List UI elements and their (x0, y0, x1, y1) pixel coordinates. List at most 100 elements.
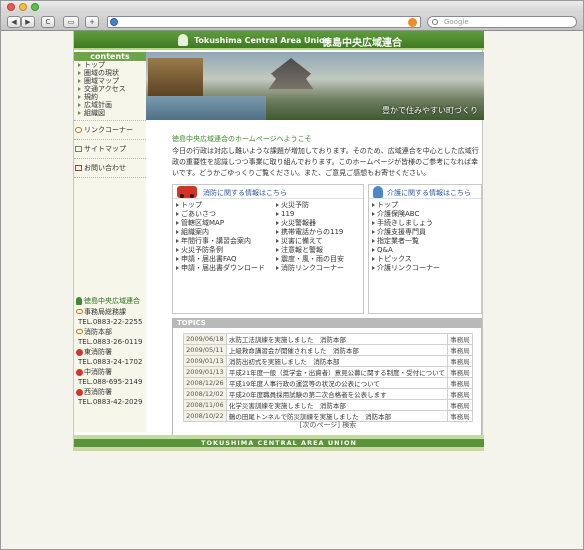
header-banner-image: 豊かで住みやすい町づくり (146, 52, 484, 120)
fire-station-icon (76, 349, 83, 356)
care-link[interactable]: Q&A (371, 246, 479, 255)
fire-truck-icon (177, 186, 197, 198)
bookmark-icon[interactable]: ▭ (63, 16, 79, 28)
footer-text: TOKUSHIMA CENTRAL AREA UNION (74, 439, 484, 447)
fire-link[interactable]: ごあいさつ (175, 210, 273, 219)
table-row: 2008/11/06 化学災害訓練を実施しました 消防本部 事務局 (183, 399, 474, 411)
topics-pager[interactable]: [次のページ] 検索 (173, 420, 483, 430)
topics-panel: TOPICS 2009/06/18 水防工法訓練を実施しました 消防本部 事務局 2… (172, 318, 482, 436)
forward-button[interactable]: ▶ (21, 16, 35, 28)
browser-toolbar: ◀ ▶ C ▭ + Google (1, 13, 583, 31)
care-link[interactable]: 指定業者一覧 (371, 237, 479, 246)
care-link[interactable]: 介護支援専門員 (371, 228, 479, 237)
topic-date: 2008/11/06 (183, 399, 227, 411)
org-tel: TEL.0883-26-0119 (78, 338, 143, 346)
care-link[interactable]: トピックス (371, 255, 479, 264)
banner-slogan: 豊かで住みやすい町づくり (382, 106, 478, 115)
sidebar-link-links[interactable]: リンクコーナー (74, 124, 146, 136)
rss-icon[interactable] (408, 18, 417, 27)
mail-icon (75, 165, 82, 171)
minimize-window-button[interactable] (19, 3, 27, 11)
fire-station-icon (76, 369, 83, 376)
topic-title[interactable]: 水防工法訓練を実施しました 消防本部 (225, 333, 448, 345)
topic-date: 2009/01/13 (183, 366, 227, 378)
care-link[interactable]: 手続きしましょう (371, 219, 479, 228)
sidebar-item-top[interactable]: トップ (74, 61, 146, 69)
title-bar (1, 1, 583, 13)
link-icon (76, 329, 83, 334)
topic-title[interactable]: 平成21年度一般（奨学金・出資者）意見公募に関する制度・受付について (225, 366, 448, 378)
search-input[interactable]: Google (427, 16, 577, 28)
org-name: 消防本部 (76, 327, 144, 337)
zoom-window-button[interactable] (31, 3, 39, 11)
main-content: 徳島中央広域連合のホームページへようこそ 今日の行政は対応し難いような課題が増加… (172, 134, 482, 179)
fire-link[interactable]: 震度・風・雨の目安 (275, 255, 363, 264)
reload-button[interactable]: C (41, 16, 55, 28)
fire-link[interactable]: 災害に備えて (275, 237, 363, 246)
site-header: Tokushima Central Area Union 徳島中央広域連合 (74, 31, 484, 50)
sidebar-heading: contents (74, 52, 146, 61)
site-title-jp[interactable]: 徳島中央広域連合 (322, 34, 402, 49)
care-link[interactable]: 介護リンクコーナー (371, 264, 479, 273)
fire-link[interactable]: 管轄区域MAP (175, 219, 273, 228)
topic-title[interactable]: 上級救命講習会が開催されました 消防本部 (225, 344, 448, 356)
globe-icon (110, 18, 118, 26)
add-bookmark-button[interactable]: + (85, 16, 99, 28)
table-row: 2008/12/26 平成19年度人事行政の運営等の状況の公表について 事務局 (183, 377, 474, 389)
back-button[interactable]: ◀ (7, 16, 21, 28)
fire-link[interactable]: 組織案内 (175, 228, 273, 237)
close-window-button[interactable] (7, 3, 15, 11)
sidebar-item-rules[interactable]: 規約 (74, 93, 146, 101)
topic-date: 2009/01/13 (183, 355, 227, 367)
fire-link[interactable]: トップ (175, 201, 273, 210)
fire-link[interactable]: 申請・届出書ダウンロード (175, 264, 273, 273)
org-title: 徳島中央広域連合 (76, 296, 140, 306)
topic-title[interactable]: 消防出初式を実施しました 消防本部 (225, 355, 448, 367)
sidebar-link-contact[interactable]: お問い合わせ (74, 162, 146, 174)
sidebar-link-sitemap[interactable]: サイトマップ (74, 143, 146, 155)
tree-icon (76, 297, 82, 305)
fire-link[interactable]: 火災予防 (275, 201, 363, 210)
table-row: 2009/06/18 水防工法訓練を実施しました 消防本部 事務局 (183, 333, 474, 345)
topics-table: 2009/06/18 水防工法訓練を実施しました 消防本部 事務局 2009/05/… (183, 333, 474, 422)
sidebar-item-access[interactable]: 交通アクセス (74, 85, 146, 93)
topic-dept: 事務局 (446, 333, 474, 345)
fire-link[interactable]: 火災警報器 (275, 219, 363, 228)
fire-station-icon (76, 389, 83, 396)
org-tel: TEL.0883-42-2029 (78, 398, 143, 406)
sidebar-divider (74, 139, 146, 140)
care-box-title[interactable]: 介護に関する情報はこちら (387, 188, 471, 198)
care-box-header: 介護に関する情報はこちら (369, 185, 481, 199)
sidebar-item-map[interactable]: 圏域マップ (74, 77, 146, 85)
care-link[interactable]: 介護保険ABC (371, 210, 479, 219)
fire-links-col1: トップ ごあいさつ 管轄区域MAP 組織案内 年間行事・講習会案内 火災予防条例… (175, 201, 273, 273)
org-tel: TEL.0883-22-2255 (78, 318, 143, 326)
sidebar-divider (74, 120, 146, 121)
fire-link[interactable]: 消防リンクコーナー (275, 264, 363, 273)
sidebar-item-status[interactable]: 圏域の現状 (74, 69, 146, 77)
fire-link[interactable]: 申請・届出書FAQ (175, 255, 273, 264)
topic-title[interactable]: 平成20年度職員採用試験の第二次合格者を公表します (225, 388, 448, 400)
fire-link[interactable]: 注意報と警報 (275, 246, 363, 255)
address-bar[interactable] (107, 16, 421, 28)
care-link[interactable]: トップ (371, 201, 479, 210)
fire-link[interactable]: 携帯電話からの119 (275, 228, 363, 237)
org-name: 中消防署 (76, 367, 144, 377)
site-footer: TOKUSHIMA CENTRAL AREA UNION (74, 435, 484, 451)
topic-title[interactable]: 化学災害訓練を実施しました 消防本部 (225, 399, 448, 411)
fire-info-box: 消防に関する情報はこちら トップ ごあいさつ 管轄区域MAP 組織案内 年間行事… (172, 184, 364, 314)
topic-date: 2008/12/26 (183, 377, 227, 389)
sidebar-item-plan[interactable]: 広域計画 (74, 101, 146, 109)
sidebar-link-label: お問い合わせ (84, 164, 126, 172)
org-list: 事務局総務課 TEL.0883-22-2255 消防本部 TEL.0883-26… (76, 307, 144, 407)
fire-box-title[interactable]: 消防に関する情報はこちら (203, 188, 287, 198)
sidebar-divider (74, 177, 146, 178)
sidebar-item-org[interactable]: 組織図 (74, 109, 146, 117)
logo-icon (178, 34, 188, 46)
topic-title[interactable]: 平成19年度人事行政の運営等の状況の公表について (225, 377, 448, 389)
fire-box-header: 消防に関する情報はこちら (173, 185, 363, 199)
festival-photo (148, 58, 203, 96)
fire-link[interactable]: 119 (275, 210, 363, 219)
fire-link[interactable]: 年間行事・講習会案内 (175, 237, 273, 246)
fire-link[interactable]: 火災予防条例 (175, 246, 273, 255)
